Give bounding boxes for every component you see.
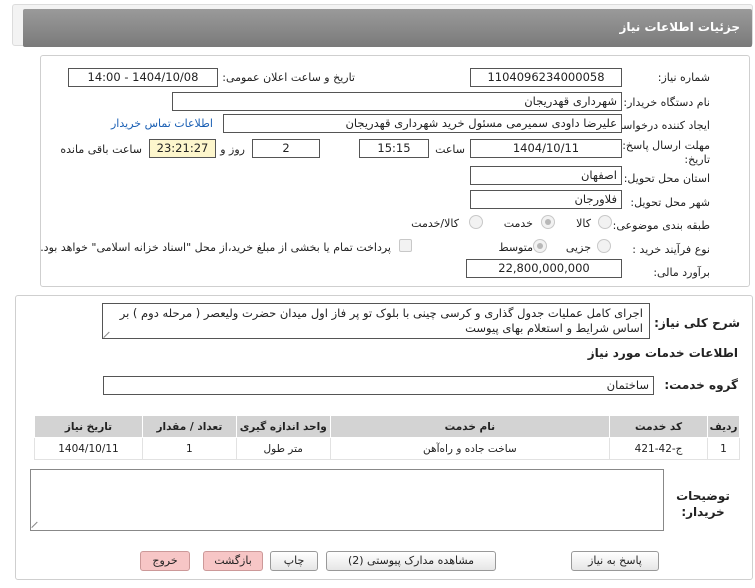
purchase-type-label: نوع فرآیند خرید :: [632, 243, 710, 256]
cell-row-number: 1: [707, 437, 740, 460]
page-title: جزئیات اطلاعات نیاز: [23, 9, 752, 47]
buyer-notes-resize-handle[interactable]: [32, 520, 40, 528]
category-radio-service[interactable]: [541, 215, 555, 229]
need-number-label: شماره نیاز:: [657, 71, 710, 84]
need-number-field: 1104096234000058: [470, 68, 622, 87]
exit-button[interactable]: خروج: [140, 551, 190, 571]
purchase-option-minor: جزیی: [565, 241, 591, 254]
remaining-label: ساعت باقی مانده: [60, 143, 142, 156]
deadline-date-field: 1404/10/11: [470, 139, 622, 158]
purchase-option-medium: متوسط: [498, 241, 533, 254]
reply-button[interactable]: پاسخ به نیاز: [571, 551, 659, 571]
col-row-number: ردیف: [707, 415, 740, 438]
col-service-code: کد خدمت: [609, 415, 709, 438]
purchase-radio-minor[interactable]: [597, 239, 611, 253]
buyer-org-label: نام دستگاه خریدار:: [623, 96, 710, 109]
table-row: 1 ج-42-421 ساخت جاده و راه‌آهن متر طول 1…: [34, 437, 740, 460]
category-option-goods: کالا: [576, 217, 591, 230]
col-quantity: تعداد / مقدار: [141, 415, 237, 438]
services-table: ردیف کد خدمت نام خدمت واحد اندازه گیری ت…: [34, 415, 740, 460]
summary-label: شرح کلی نیاز:: [654, 316, 740, 330]
remaining-time-field: 23:21:27: [149, 139, 216, 158]
service-group-label: گروه خدمت:: [664, 378, 738, 392]
cell-unit: متر طول: [235, 437, 331, 460]
days-label: روز و: [220, 143, 245, 156]
cell-quantity: 1: [141, 437, 237, 460]
province-field: اصفهان: [470, 166, 622, 185]
deadline-time-field: 15:15: [359, 139, 429, 158]
category-radio-goods-service[interactable]: [469, 215, 483, 229]
budget-label: برآورد مالی:: [653, 266, 710, 279]
creator-label: ایجاد کننده درخواست:: [608, 119, 710, 132]
services-section-title: اطلاعات خدمات مورد نیاز: [587, 346, 738, 360]
city-field: فلاورجان: [470, 190, 622, 209]
service-group-field: ساختمان: [103, 376, 654, 395]
print-button[interactable]: چاپ: [270, 551, 318, 571]
summary-resize-handle[interactable]: [104, 330, 112, 338]
creator-field: علیرضا داودی سمیرمی مسئول خرید شهرداری ق…: [223, 114, 622, 133]
buyer-org-field: شهرداری قهدریجان: [172, 92, 622, 111]
city-label: شهر محل تحویل:: [630, 196, 710, 209]
category-option-goods-service: کالا/خدمت: [411, 217, 459, 230]
days-field: 2: [252, 139, 320, 158]
announce-label: تاریخ و ساعت اعلان عمومی:: [222, 71, 355, 84]
cell-service-code: ج-42-421: [609, 437, 709, 460]
col-service-name: نام خدمت: [329, 415, 611, 438]
contact-info-link[interactable]: اطلاعات تماس خریدار: [111, 117, 213, 130]
buyer-notes-textarea[interactable]: [30, 469, 664, 531]
category-radio-goods[interactable]: [598, 215, 612, 229]
services-table-header: ردیف کد خدمت نام خدمت واحد اندازه گیری ت…: [34, 415, 740, 438]
view-attachments-button[interactable]: مشاهده مدارک پیوستی (2): [326, 551, 496, 571]
category-option-service: خدمت: [503, 217, 533, 230]
treasury-payment-checkbox[interactable]: [399, 239, 412, 252]
treasury-payment-note: پرداخت تمام یا بخشی از مبلغ خرید،از محل …: [40, 241, 391, 254]
col-unit: واحد اندازه گیری: [235, 415, 331, 438]
back-button[interactable]: بازگشت: [203, 551, 263, 571]
cell-need-date: 1404/10/11: [34, 437, 143, 460]
deadline-label: مهلت ارسال پاسخ: تا: [612, 139, 710, 152]
col-need-date: تاریخ نیاز: [34, 415, 143, 438]
cell-service-name: ساخت جاده و راه‌آهن: [329, 437, 611, 460]
deadline-label-date: تاریخ:: [684, 153, 710, 166]
buyer-notes-label: توضیحات خریدار:: [676, 489, 730, 519]
summary-textarea[interactable]: اجرای کامل عملیات جدول گذاری و کرسی چینی…: [102, 303, 650, 339]
province-label: استان محل تحویل:: [623, 172, 710, 185]
budget-field: 22,800,000,000: [466, 259, 622, 278]
announce-field: 1404/10/08 - 14:00: [68, 68, 218, 87]
category-label: طبقه بندی موضوعی:: [612, 219, 710, 232]
purchase-radio-medium[interactable]: [533, 239, 547, 253]
deadline-time-label: ساعت: [435, 143, 465, 156]
header-panel: جزئیات اطلاعات نیاز: [12, 4, 753, 47]
